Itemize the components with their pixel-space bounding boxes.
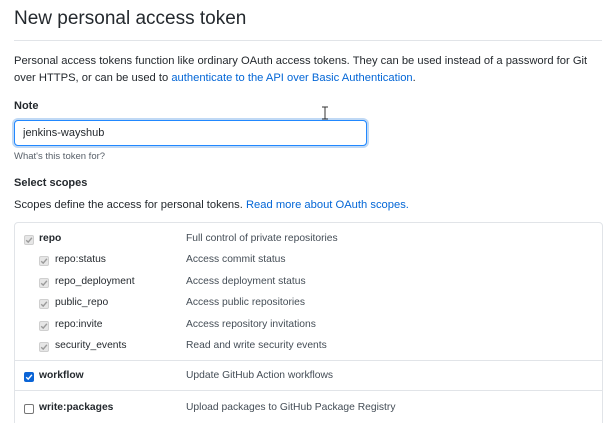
scope-row-repo-invite: repo:invite Access repository invitations: [15, 316, 602, 336]
scope-checkbox[interactable]: [24, 372, 34, 382]
scope-checkbox: [39, 256, 49, 266]
scope-name: security_events: [55, 340, 127, 351]
scope-row-security-events: security_events Read and write security e…: [15, 337, 602, 357]
scopes-description: Scopes define the access for personal to…: [14, 199, 409, 211]
scope-row-repo-status: repo:status Access commit status: [15, 251, 602, 271]
scope-name: repo: [39, 233, 62, 244]
scope-description: Access commit status: [186, 254, 286, 265]
scope-description: Upload packages to GitHub Package Regist…: [186, 402, 396, 413]
scope-checkbox: [24, 235, 34, 245]
intro-end: .: [412, 72, 416, 84]
scope-checkbox: [39, 299, 49, 309]
scope-description: Update GitHub Action workflows: [186, 370, 334, 381]
scope-description: Access repository invitations: [186, 319, 316, 330]
scope-description: Access public repositories: [186, 297, 306, 308]
page-title: New personal access token: [14, 8, 247, 29]
oauth-scopes-link[interactable]: Read more about OAuth scopes.: [246, 199, 409, 211]
scope-name: write:packages: [39, 402, 114, 413]
scope-checkbox[interactable]: [24, 404, 34, 414]
scope-group-divider: [15, 360, 602, 361]
basic-auth-link[interactable]: authenticate to the API over Basic Authe…: [171, 72, 412, 84]
title-divider: [14, 40, 602, 41]
scope-description: Full control of private repositories: [186, 233, 338, 244]
select-scopes-heading: Select scopes: [14, 177, 88, 189]
note-hint: What's this token for?: [14, 151, 106, 162]
note-input[interactable]: [14, 120, 367, 146]
scope-group-divider: [15, 390, 602, 391]
scope-description: Read and write security events: [186, 340, 327, 351]
scope-row-repo-deployment: repo_deployment Access deployment status: [15, 273, 602, 293]
scope-name: public_repo: [55, 297, 109, 308]
scope-name: repo_deployment: [55, 276, 135, 287]
scope-checkbox: [39, 342, 49, 352]
scope-name: repo:status: [55, 254, 106, 265]
scope-name: repo:invite: [55, 319, 103, 330]
scope-row-workflow: workflow Update GitHub Action workflows: [15, 367, 602, 387]
scope-row-repo: repo Full control of private repositories: [15, 230, 602, 250]
scopes-desc-text: Scopes define the access for personal to…: [14, 199, 246, 211]
scope-row-public-repo: public_repo Access public repositories: [15, 294, 602, 314]
scope-table: repo Full control of private repositories…: [14, 222, 603, 423]
scope-row-write-packages: write:packages Upload packages to GitHub …: [15, 399, 602, 419]
scope-description: Access deployment status: [186, 276, 306, 287]
intro-paragraph: Personal access tokens function like ord…: [14, 53, 599, 87]
token-page: New personal access token Personal acces…: [0, 0, 605, 423]
note-label: Note: [14, 100, 39, 112]
scope-checkbox: [39, 278, 49, 288]
scope-checkbox: [39, 321, 49, 331]
text-cursor-icon: [322, 106, 328, 120]
scope-name: workflow: [39, 370, 84, 381]
